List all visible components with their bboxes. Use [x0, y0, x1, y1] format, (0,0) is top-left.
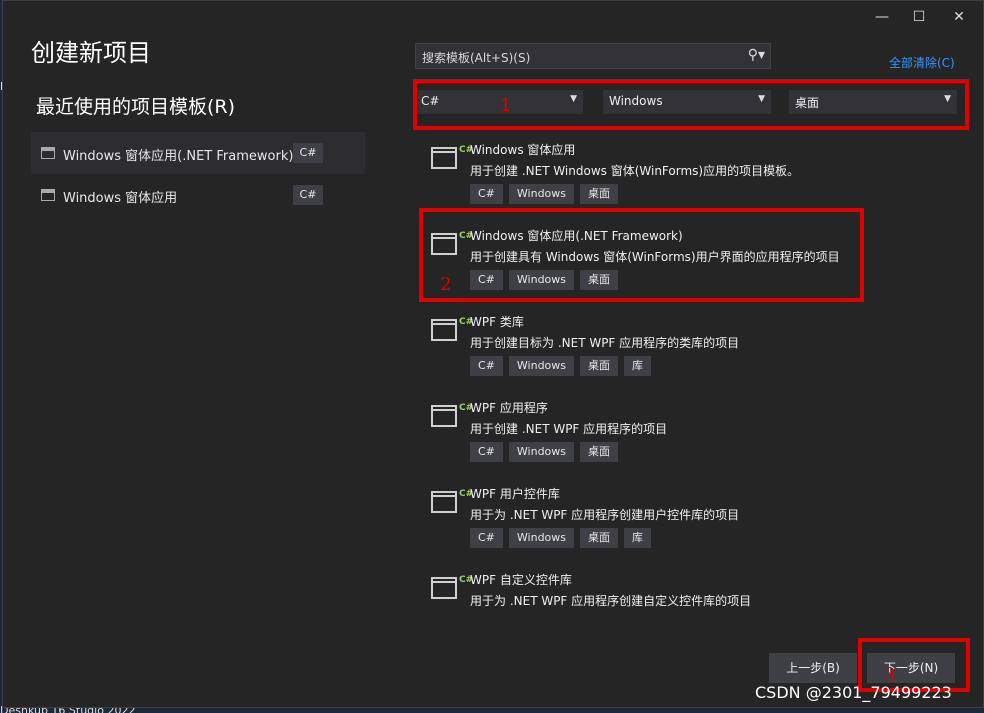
template-tag: 桌面 [580, 528, 619, 548]
template-item[interactable]: C# WPF 应用程序 用于创建 .NET WPF 应用程序的项目 C# Win… [421, 399, 961, 483]
annotation-number: 2 [440, 274, 452, 295]
template-description: 用于创建目标为 .NET WPF 应用程序的类库的项目 [470, 336, 740, 350]
template-name: WPF 自定义控件库 [470, 573, 572, 587]
window-form-icon [41, 189, 55, 201]
template-tags: C# Windows 桌面 [470, 184, 619, 204]
template-name: Windows 窗体应用 [470, 143, 576, 157]
template-tag: Windows [508, 184, 575, 204]
user-control-icon: C# [431, 489, 474, 513]
maximize-icon[interactable]: ☐ [909, 7, 929, 27]
wpf-library-icon: C# [431, 317, 474, 341]
annotation-box-filters [413, 79, 969, 130]
window-form-icon: C# [431, 145, 474, 169]
template-tag: 库 [624, 356, 652, 376]
annotation-box-template [419, 208, 864, 302]
template-tags: C# Windows 桌面 库 [470, 356, 652, 376]
template-tag: Windows [508, 442, 575, 462]
window-form-icon [41, 147, 55, 159]
close-icon[interactable]: ✕ [949, 7, 969, 27]
watermark: CSDN @2301_79499223 [755, 683, 952, 702]
template-item[interactable]: C# WPF 自定义控件库 用于为 .NET WPF 应用程序创建自定义控件库的… [421, 571, 961, 623]
template-description: 用于创建 .NET WPF 应用程序的项目 [470, 422, 668, 436]
template-tag: C# [470, 442, 503, 462]
template-tag: C# [470, 184, 503, 204]
template-name: WPF 应用程序 [470, 401, 548, 415]
recent-template-item[interactable]: Windows 窗体应用 C# [31, 174, 365, 216]
recent-template-label: Windows 窗体应用(.NET Framework) [63, 149, 294, 164]
recent-template-item[interactable]: Windows 窗体应用(.NET Framework) C# [31, 132, 365, 174]
recent-template-label: Windows 窗体应用 [63, 191, 178, 206]
template-tag: 桌面 [580, 356, 619, 376]
page-title: 创建新项目 [31, 39, 151, 67]
annotation-number: 1 [500, 95, 512, 116]
template-tags: C# Windows 桌面 库 [470, 528, 652, 548]
template-description: 用于为 .NET WPF 应用程序创建用户控件库的项目 [470, 508, 740, 522]
custom-control-icon: C# [431, 575, 474, 599]
template-item[interactable]: C# WPF 用户控件库 用于为 .NET WPF 应用程序创建用户控件库的项目… [421, 485, 961, 569]
template-tag: 桌面 [580, 442, 619, 462]
template-tag: Windows [508, 528, 575, 548]
template-item[interactable]: C# WPF 类库 用于创建目标为 .NET WPF 应用程序的类库的项目 C#… [421, 313, 961, 397]
template-description: 用于创建 .NET Windows 窗体(WinForms)应用的项目模板。 [470, 164, 800, 178]
template-tag: C# [470, 528, 503, 548]
wpf-app-icon: C# [431, 403, 474, 427]
template-tag: 桌面 [580, 184, 619, 204]
template-search-input[interactable]: 搜索模板(Alt+S)(S) ⚲▾ [415, 43, 771, 69]
language-tag: C# [293, 143, 323, 163]
template-name: WPF 用户控件库 [470, 487, 560, 501]
language-tag: C# [293, 185, 323, 205]
clear-all-link[interactable]: 全部清除(C) [889, 54, 955, 71]
minimize-icon[interactable]: — [872, 7, 892, 27]
template-tag: 库 [624, 528, 652, 548]
search-icon[interactable]: ⚲▾ [748, 47, 765, 63]
back-button[interactable]: 上一步(B) [769, 653, 857, 683]
template-tag: Windows [508, 356, 575, 376]
search-placeholder: 搜索模板(Alt+S)(S) [422, 51, 531, 65]
template-description: 用于为 .NET WPF 应用程序创建自定义控件库的项目 [470, 594, 752, 608]
template-name: WPF 类库 [470, 315, 524, 329]
template-tags: C# Windows 桌面 [470, 442, 619, 462]
recent-templates-heading: 最近使用的项目模板(R) [36, 96, 236, 118]
annotation-number: 3 [884, 664, 896, 685]
template-tag: C# [470, 356, 503, 376]
